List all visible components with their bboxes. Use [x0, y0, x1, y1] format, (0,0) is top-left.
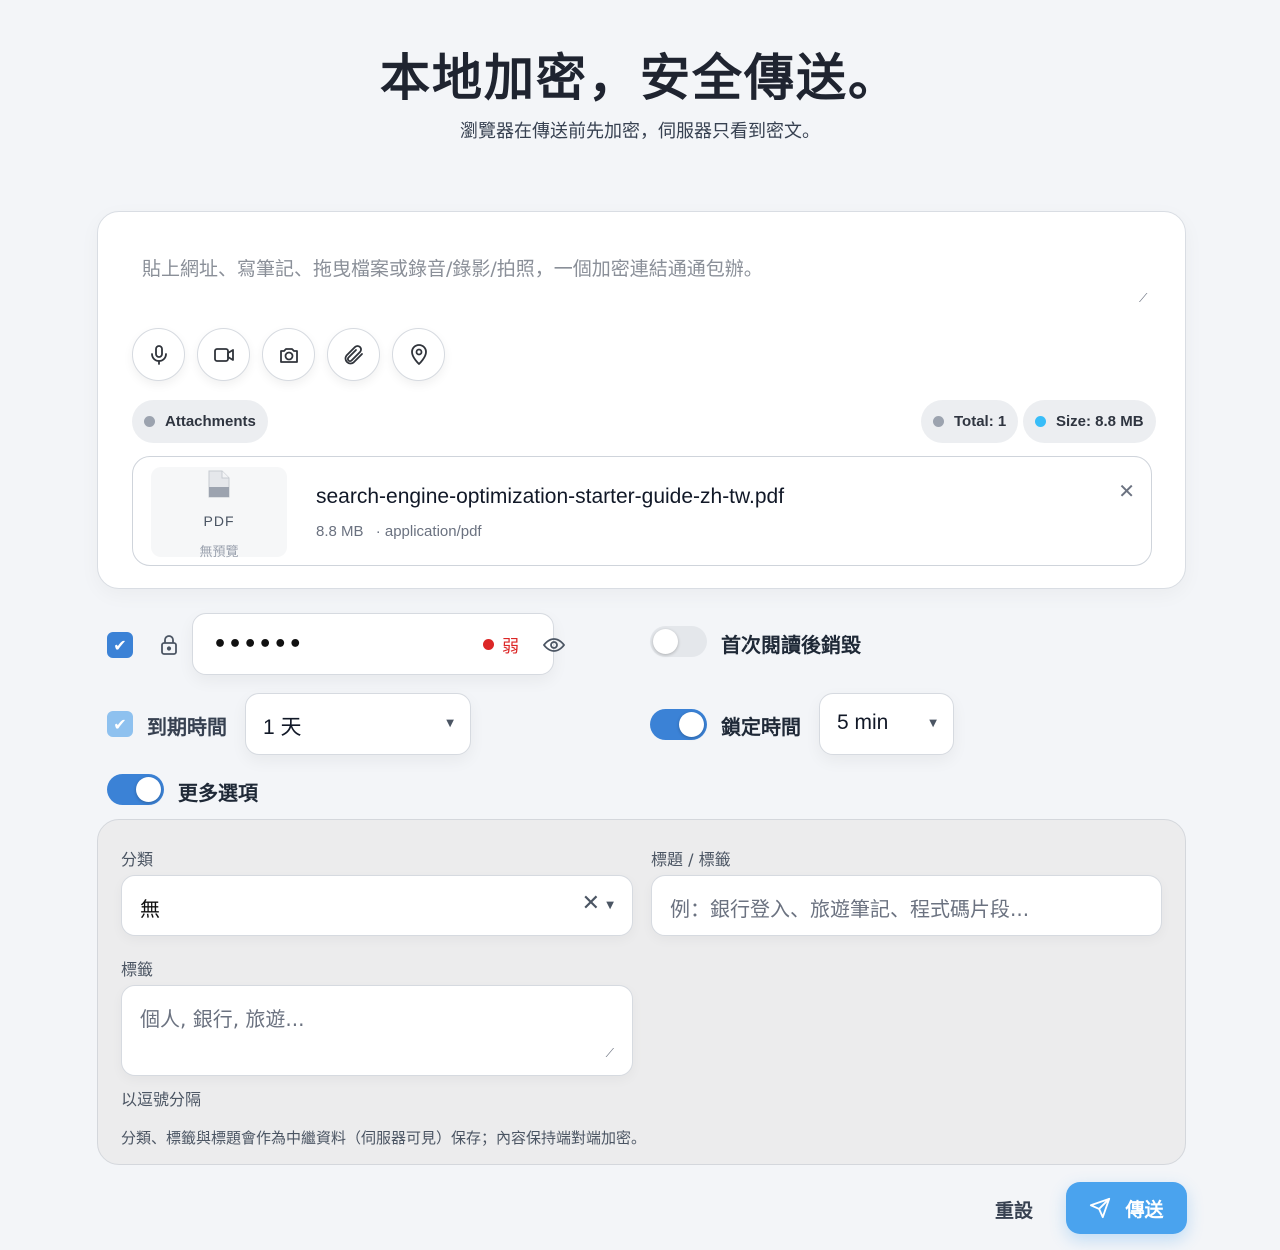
strength-dot [483, 639, 494, 650]
password-value: •••••• [213, 632, 304, 657]
record-audio-button[interactable] [132, 328, 185, 381]
page-title: 本地加密，安全傳送。 [380, 49, 900, 107]
category-select[interactable]: 無 ✕ ▼ [121, 875, 633, 936]
document-icon [208, 470, 230, 498]
password-strength-label: 弱 [502, 637, 519, 657]
lock-time-toggle[interactable] [650, 709, 707, 740]
chevron-down-icon: ▼ [606, 900, 614, 911]
tags-textarea[interactable]: 個人, 銀行, 旅遊... ⟋ [121, 985, 633, 1076]
paperclip-icon [344, 344, 363, 364]
total-count-label: Total: 1 [954, 413, 1007, 430]
file-type-label: PDF [203, 513, 235, 529]
toggle-knob [653, 629, 678, 654]
video-camera-icon [213, 347, 234, 362]
camera-icon [279, 347, 298, 363]
lock-time-label: 鎖定時間 [721, 715, 801, 739]
chevron-down-icon: ▼ [929, 718, 937, 729]
burn-after-read-toggle[interactable] [650, 626, 707, 657]
attachment-item: PDF 無預覽 search-engine-optimization-start… [132, 456, 1152, 566]
location-pin-icon [410, 343, 427, 365]
show-password-eye-icon[interactable] [543, 635, 565, 655]
tags-placeholder: 個人, 銀行, 旅遊... [140, 1007, 305, 1031]
password-strength-indicator: 弱 [483, 632, 519, 657]
resize-grip-icon[interactable]: ⟋ [606, 1046, 614, 1061]
send-icon [1090, 1197, 1111, 1219]
metadata-note: 分類、標籤與標題會作為中繼資料（伺服器可見）保存；內容保持端對端加密。 [121, 1129, 647, 1147]
file-meta: 8.8 MB · application/pdf [316, 523, 482, 540]
file-thumbnail: PDF 無預覽 [151, 467, 287, 560]
page-subtitle: 瀏覽器在傳送前先加密，伺服器只看到密文。 [460, 121, 820, 142]
category-label: 分類 [121, 850, 154, 869]
microphone-icon [150, 344, 167, 365]
file-mime: · application/pdf [375, 523, 482, 540]
add-location-button[interactable] [392, 328, 445, 381]
more-options-panel: 分類 無 ✕ ▼ 標題 / 標籤 例：銀行登入、旅遊筆記、程式碼片段... 標籤… [97, 819, 1186, 1165]
toggle-knob [136, 777, 161, 802]
expiry-value: 1 天 [263, 716, 302, 739]
expiry-checkbox[interactable]: ✔ [107, 711, 133, 737]
file-name: search-engine-optimization-starter-guide… [316, 485, 785, 508]
compose-card: 貼上網址、寫筆記、拖曳檔案或錄音/錄影/拍照，一個加密連結通通包辦。 ⟋ Att… [97, 211, 1186, 589]
category-value: 無 [140, 897, 160, 921]
title-placeholder: 例：銀行登入、旅遊筆記、程式碼片段... [670, 897, 1030, 921]
total-size-label: Size: 8.8 MB [1056, 413, 1144, 430]
more-options-toggle[interactable] [107, 774, 164, 805]
status-dot [933, 416, 944, 427]
attachments-label: Attachments [165, 413, 256, 430]
resize-grip-icon[interactable]: ⟋ [1139, 292, 1151, 304]
burn-after-read-label: 首次閱讀後銷毀 [721, 633, 861, 657]
expiry-select[interactable]: 1 天 ▼ [245, 693, 471, 755]
record-video-button[interactable] [197, 328, 250, 381]
toggle-knob [679, 712, 704, 737]
lock-icon [161, 635, 177, 655]
compose-textarea[interactable]: 貼上網址、寫筆記、拖曳檔案或錄音/錄影/拍照，一個加密連結通通包辦。 [142, 254, 763, 281]
title-input[interactable]: 例：銀行登入、旅遊筆記、程式碼片段... [651, 875, 1162, 936]
lock-time-value: 5 min [837, 711, 889, 734]
tags-hint: 以逗號分隔 [121, 1090, 202, 1109]
password-checkbox[interactable]: ✔ [107, 632, 133, 658]
attachments-pill: Attachments [132, 400, 268, 443]
reset-button[interactable]: 重設 [995, 1196, 1033, 1223]
expiry-label: 到期時間 [147, 715, 227, 739]
clear-icon[interactable]: ✕ [582, 891, 600, 916]
password-input[interactable]: •••••• 弱 [192, 613, 554, 675]
take-photo-button[interactable] [262, 328, 315, 381]
total-count-badge: Total: 1 [921, 400, 1019, 443]
title-label: 標題 / 標籤 [651, 850, 731, 869]
send-button[interactable]: 傳送 [1066, 1182, 1187, 1234]
no-preview-label: 無預覽 [199, 545, 239, 560]
lock-time-select[interactable]: 5 min ▼ [819, 693, 954, 755]
send-label: 傳送 [1125, 1198, 1164, 1221]
file-size: 8.8 MB [316, 523, 364, 540]
status-dot [1035, 416, 1046, 427]
tags-label: 標籤 [121, 960, 154, 979]
compose-toolbar [132, 328, 445, 381]
remove-attachment-icon[interactable]: ✕ [1118, 479, 1135, 503]
chevron-down-icon: ▼ [446, 718, 454, 729]
more-options-label: 更多選項 [178, 781, 258, 805]
attach-file-button[interactable] [327, 328, 380, 381]
status-dot [144, 416, 155, 427]
total-size-badge: Size: 8.8 MB [1023, 400, 1156, 443]
